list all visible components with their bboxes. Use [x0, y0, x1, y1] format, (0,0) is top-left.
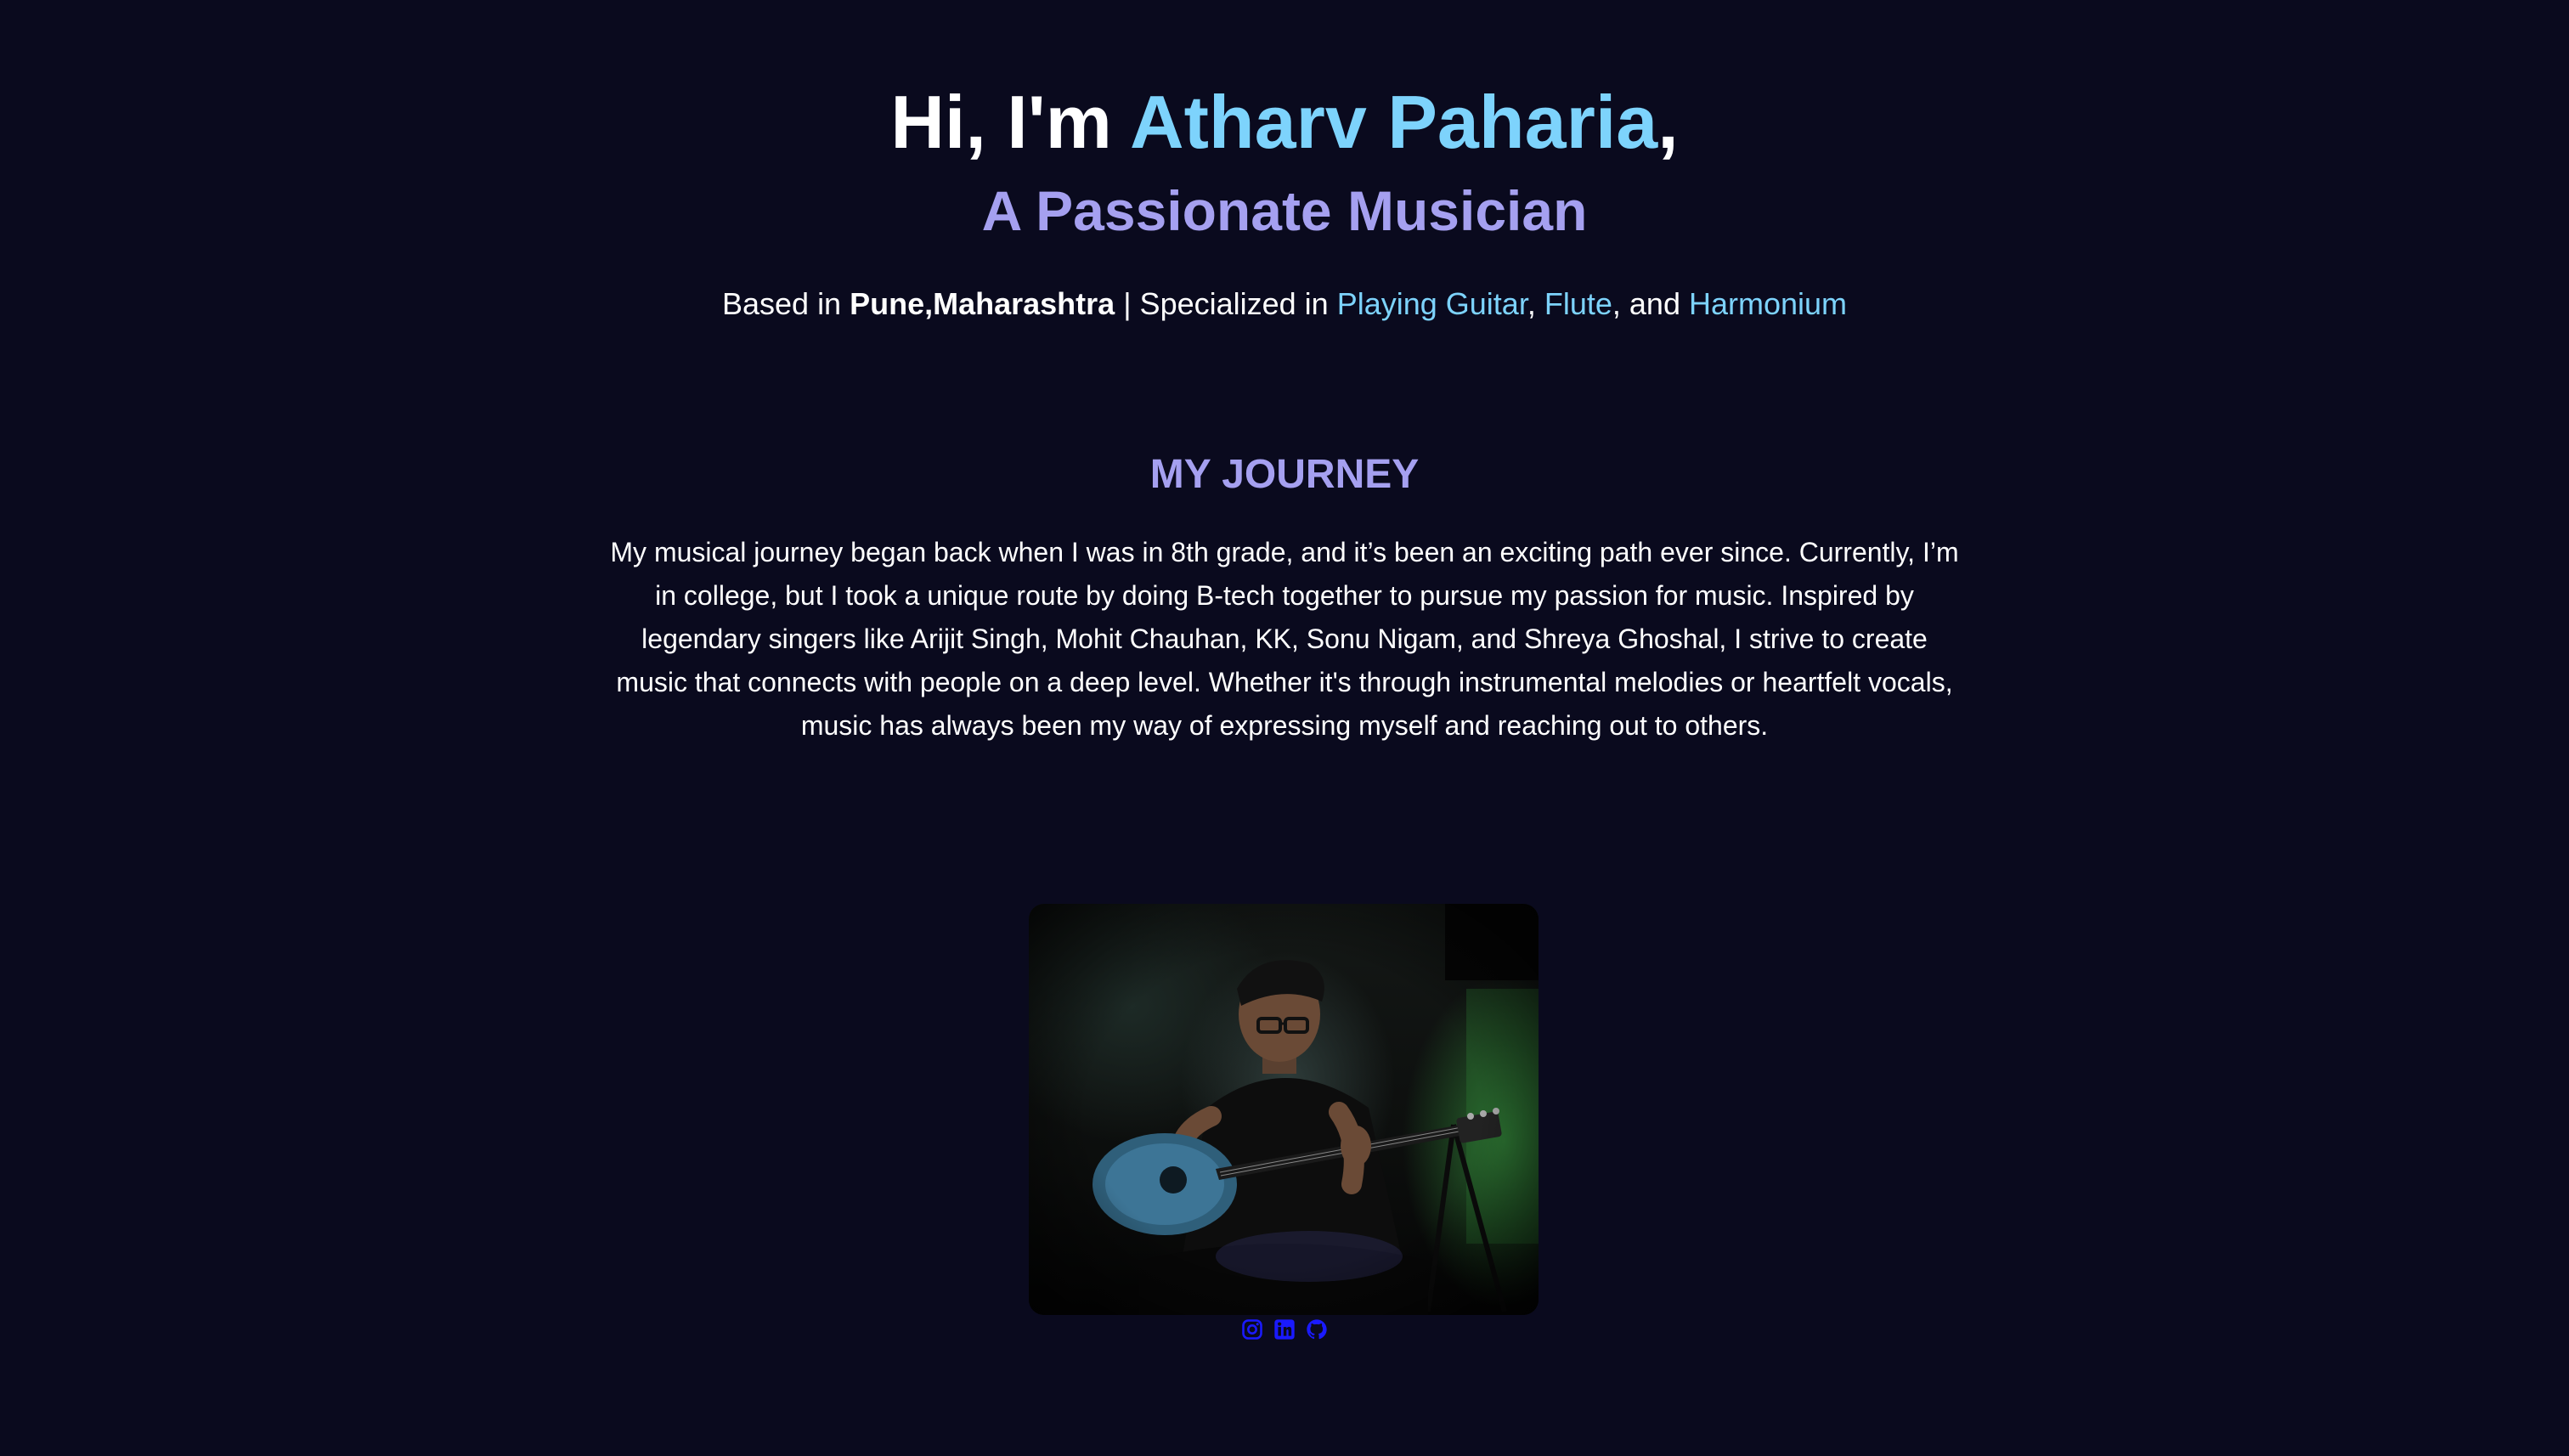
location: Pune,Maharashtra: [850, 286, 1115, 321]
specialized-prefix: | Specialized in: [1115, 286, 1337, 321]
github-icon: [1307, 1319, 1327, 1340]
instagram-link[interactable]: [1239, 1317, 1265, 1342]
hero-name: Atharv Paharia: [1130, 80, 1658, 164]
github-link[interactable]: [1304, 1317, 1330, 1342]
skill-harmonium: Harmonium: [1688, 286, 1848, 321]
hero-comma: ,: [1657, 80, 1679, 164]
journey-section: MY JOURNEY My musical journey began back…: [0, 448, 2569, 748]
skill-guitar: Playing Guitar: [1336, 286, 1527, 321]
journey-text: My musical journey began back when I was…: [610, 537, 1959, 741]
hero-greeting: Hi, I'm: [890, 80, 1131, 164]
journey-title: MY JOURNEY: [1149, 452, 1420, 497]
hero-title: Hi, I'm Atharv Paharia,: [0, 78, 2569, 166]
linkedin-icon: [1274, 1319, 1295, 1340]
musician-photo: [1029, 904, 1539, 1315]
hero-meta: Based in Pune,Maharashtra | Specialized …: [0, 284, 2569, 324]
skill-separator: ,: [1527, 286, 1544, 321]
social-links: [0, 1315, 2569, 1344]
musician-playing-guitar-photo: [1029, 904, 1539, 1315]
hero-section: Hi, I'm Atharv Paharia, A Passionate Mus…: [0, 78, 2569, 324]
based-prefix: Based in: [721, 286, 850, 321]
hero-subtitle: A Passionate Musician: [981, 179, 1588, 242]
portfolio-page: Hi, I'm Atharv Paharia, A Passionate Mus…: [0, 0, 2569, 1456]
linkedin-link[interactable]: [1272, 1317, 1297, 1342]
instagram-icon: [1242, 1319, 1262, 1340]
skill-flute: Flute: [1544, 286, 1612, 321]
skill-separator-and: , and: [1612, 286, 1689, 321]
